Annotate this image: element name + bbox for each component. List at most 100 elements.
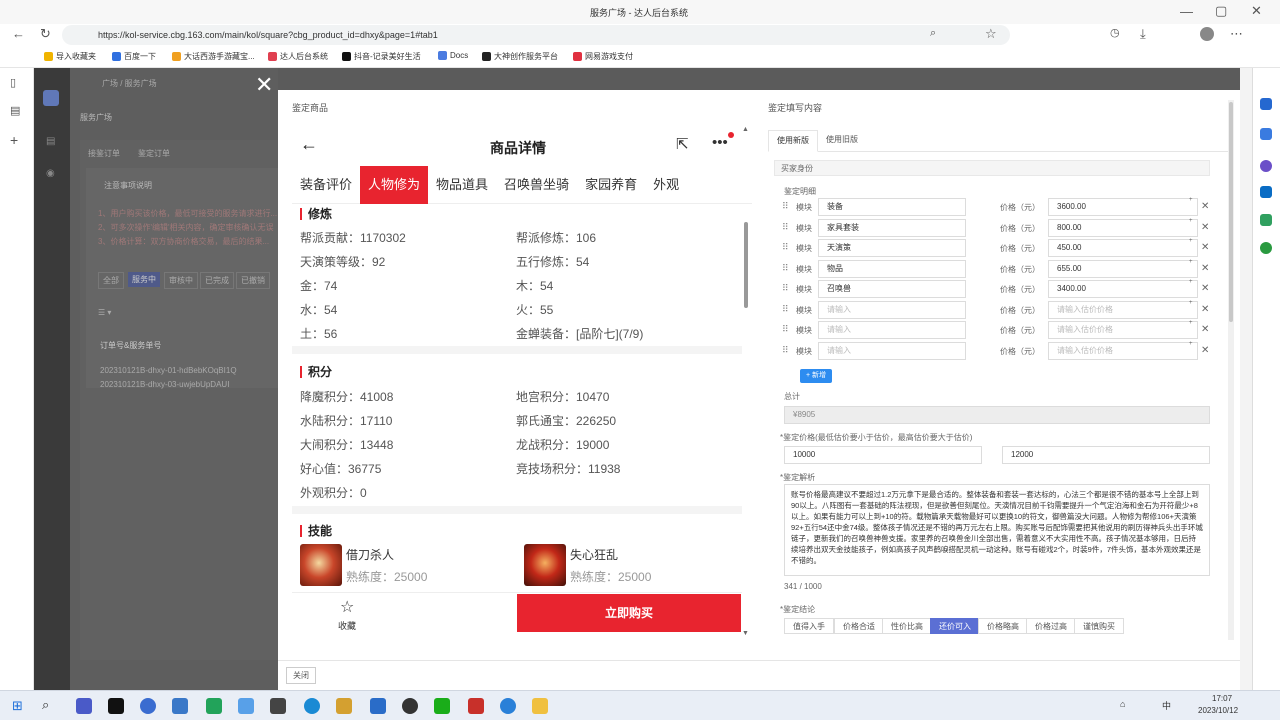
maximize-icon[interactable]: ▢ (1215, 3, 1227, 19)
conclusion-option[interactable]: 性价比高 (882, 618, 932, 634)
share-icon[interactable]: ⇱ (676, 135, 689, 153)
more-dots-icon[interactable]: ••• (712, 134, 728, 151)
app-icon[interactable] (500, 698, 516, 714)
favorite-label[interactable]: 收藏 (338, 619, 356, 632)
conclusion-option[interactable]: 价格过高 (1026, 618, 1076, 634)
delete-row-icon[interactable]: ✕ (1201, 283, 1209, 294)
tiktok-icon[interactable] (108, 698, 124, 714)
drawer-scrollbar-thumb[interactable] (1229, 102, 1233, 322)
drag-handle-icon[interactable]: ⠿ (782, 201, 789, 212)
search-icon[interactable]: ⌕ (42, 697, 49, 713)
drag-handle-icon[interactable]: ⠿ (782, 345, 789, 356)
extension-icon[interactable] (1260, 160, 1272, 172)
price-input[interactable]: 800.00 (1048, 218, 1198, 237)
bookmark-item[interactable]: 达人后台系统 (268, 51, 328, 62)
drag-handle-icon[interactable]: ⠿ (782, 283, 789, 294)
price-input[interactable]: 请输入估价价格 (1048, 341, 1198, 360)
excel-icon[interactable] (206, 698, 222, 714)
bookmark-item[interactable]: 百度一下 (112, 51, 156, 62)
conclusion-option[interactable]: 价格合适 (834, 618, 884, 634)
tab-new-version[interactable]: 使用新版 (768, 130, 818, 152)
module-input[interactable]: 装备 (818, 198, 966, 216)
app-icon[interactable] (76, 698, 92, 714)
delete-row-icon[interactable]: ✕ (1201, 304, 1209, 315)
drag-handle-icon[interactable]: ⠿ (782, 304, 789, 315)
drag-handle-icon[interactable]: ⠿ (782, 263, 789, 274)
extension-icon[interactable] (1260, 214, 1272, 226)
scrollbar-thumb[interactable] (744, 222, 748, 308)
search-icon[interactable]: ⌕ (930, 27, 936, 40)
url-input[interactable]: https://kol-service.cbg.163.com/main/kol… (62, 25, 1010, 45)
app-icon[interactable] (402, 698, 418, 714)
tab-home[interactable]: 家园养育 (577, 166, 645, 204)
bookmark-item[interactable]: 大话西游手游藏宝... (172, 51, 255, 62)
stepper-icon[interactable]: + (1189, 279, 1193, 285)
tab-items[interactable]: 物品道具 (428, 166, 496, 204)
stepper-icon[interactable]: + (1189, 341, 1193, 347)
close-button[interactable]: 关闭 (286, 667, 316, 684)
edge-icon[interactable] (304, 698, 320, 714)
price-input[interactable]: 请输入估价价格 (1048, 321, 1198, 339)
bookmark-item[interactable]: 抖音-记录美好生活 (342, 51, 421, 62)
user-icon[interactable]: ◉ (46, 168, 55, 179)
game-icon[interactable] (336, 698, 352, 714)
conclusion-option[interactable]: 价格略高 (978, 618, 1028, 634)
stepper-icon[interactable]: + (1189, 238, 1193, 244)
minimize-icon[interactable]: — (1180, 4, 1193, 19)
tab-equipment[interactable]: 装备评价 (292, 166, 360, 204)
tab-cultivation[interactable]: 人物修为 (360, 166, 429, 204)
app-icon[interactable] (468, 698, 484, 714)
scroll-up-icon[interactable]: ▲ (742, 126, 749, 133)
conclusion-option[interactable]: 值得入手 (784, 618, 834, 634)
menu-icon[interactable]: ▤ (46, 136, 55, 147)
buy-now-button[interactable]: 立即购买 (517, 594, 741, 632)
drawer-scrollbar[interactable] (1228, 100, 1234, 640)
drawer-close-icon[interactable]: ✕ (255, 74, 273, 96)
favorite-star-icon[interactable]: ☆ (340, 597, 354, 617)
module-input[interactable]: 家具套装 (818, 218, 966, 237)
profile-avatar[interactable] (1200, 27, 1214, 41)
extension-icon[interactable] (1260, 242, 1272, 254)
price-input[interactable]: 请输入估价价格 (1048, 300, 1198, 319)
price-input[interactable]: 3600.00 (1048, 198, 1198, 216)
stepper-icon[interactable]: + (1189, 197, 1193, 203)
refresh-icon[interactable]: ↻ (40, 26, 51, 42)
back-icon[interactable]: ← (12, 26, 25, 41)
browser-tab-title[interactable]: 服务广场 - 达人后台系统 (590, 6, 688, 19)
price-input[interactable]: 3400.00 (1048, 280, 1198, 298)
history-icon[interactable]: ◷ (1110, 26, 1120, 39)
input-language[interactable]: 中 (1162, 699, 1171, 712)
add-row-button[interactable]: + 新增 (800, 369, 833, 383)
drag-handle-icon[interactable]: ⠿ (782, 222, 789, 233)
delete-row-icon[interactable]: ✕ (1201, 263, 1209, 274)
min-price-input[interactable]: 10000 (784, 446, 982, 464)
module-input[interactable]: 物品 (818, 259, 966, 278)
analysis-textarea[interactable]: 账号价格最高建议不要超过1.2万元拿下是最合适的。整体装备和套装一套达标的，心法… (784, 484, 1210, 576)
favorite-star-icon[interactable]: ☆ (985, 26, 997, 42)
tabs-icon[interactable]: ▯ (10, 76, 16, 89)
outlook-icon[interactable] (1260, 186, 1272, 198)
module-input[interactable]: 请输入 (818, 300, 966, 319)
more-icon[interactable]: ⋯ (1230, 26, 1243, 42)
stepper-icon[interactable]: + (1189, 218, 1193, 224)
delete-row-icon[interactable]: ✕ (1201, 345, 1209, 356)
back-arrow-icon[interactable]: ← (300, 134, 318, 155)
module-input[interactable]: 请输入 (818, 321, 966, 339)
extension-icon[interactable] (1260, 128, 1272, 140)
stepper-icon[interactable]: + (1189, 320, 1193, 326)
module-input[interactable]: 召唤兽 (818, 280, 966, 298)
app-icon[interactable] (238, 698, 254, 714)
bookmark-item[interactable]: 网易游戏支付 (573, 51, 633, 62)
windows-start-icon[interactable]: ⊞ (12, 698, 23, 714)
delete-row-icon[interactable]: ✕ (1201, 201, 1209, 212)
skill-icon[interactable] (300, 544, 342, 586)
wechat-icon[interactable] (434, 698, 450, 714)
stepper-icon[interactable]: + (1189, 259, 1193, 265)
delete-row-icon[interactable]: ✕ (1201, 324, 1209, 335)
delete-row-icon[interactable]: ✕ (1201, 222, 1209, 233)
tab-appearance[interactable]: 外观 (645, 166, 687, 204)
calculator-icon[interactable] (172, 698, 188, 714)
stepper-icon[interactable]: + (1189, 300, 1193, 306)
bookmark-item[interactable]: 导入收藏夹 (44, 51, 96, 62)
module-input[interactable]: 天演策 (818, 239, 966, 257)
